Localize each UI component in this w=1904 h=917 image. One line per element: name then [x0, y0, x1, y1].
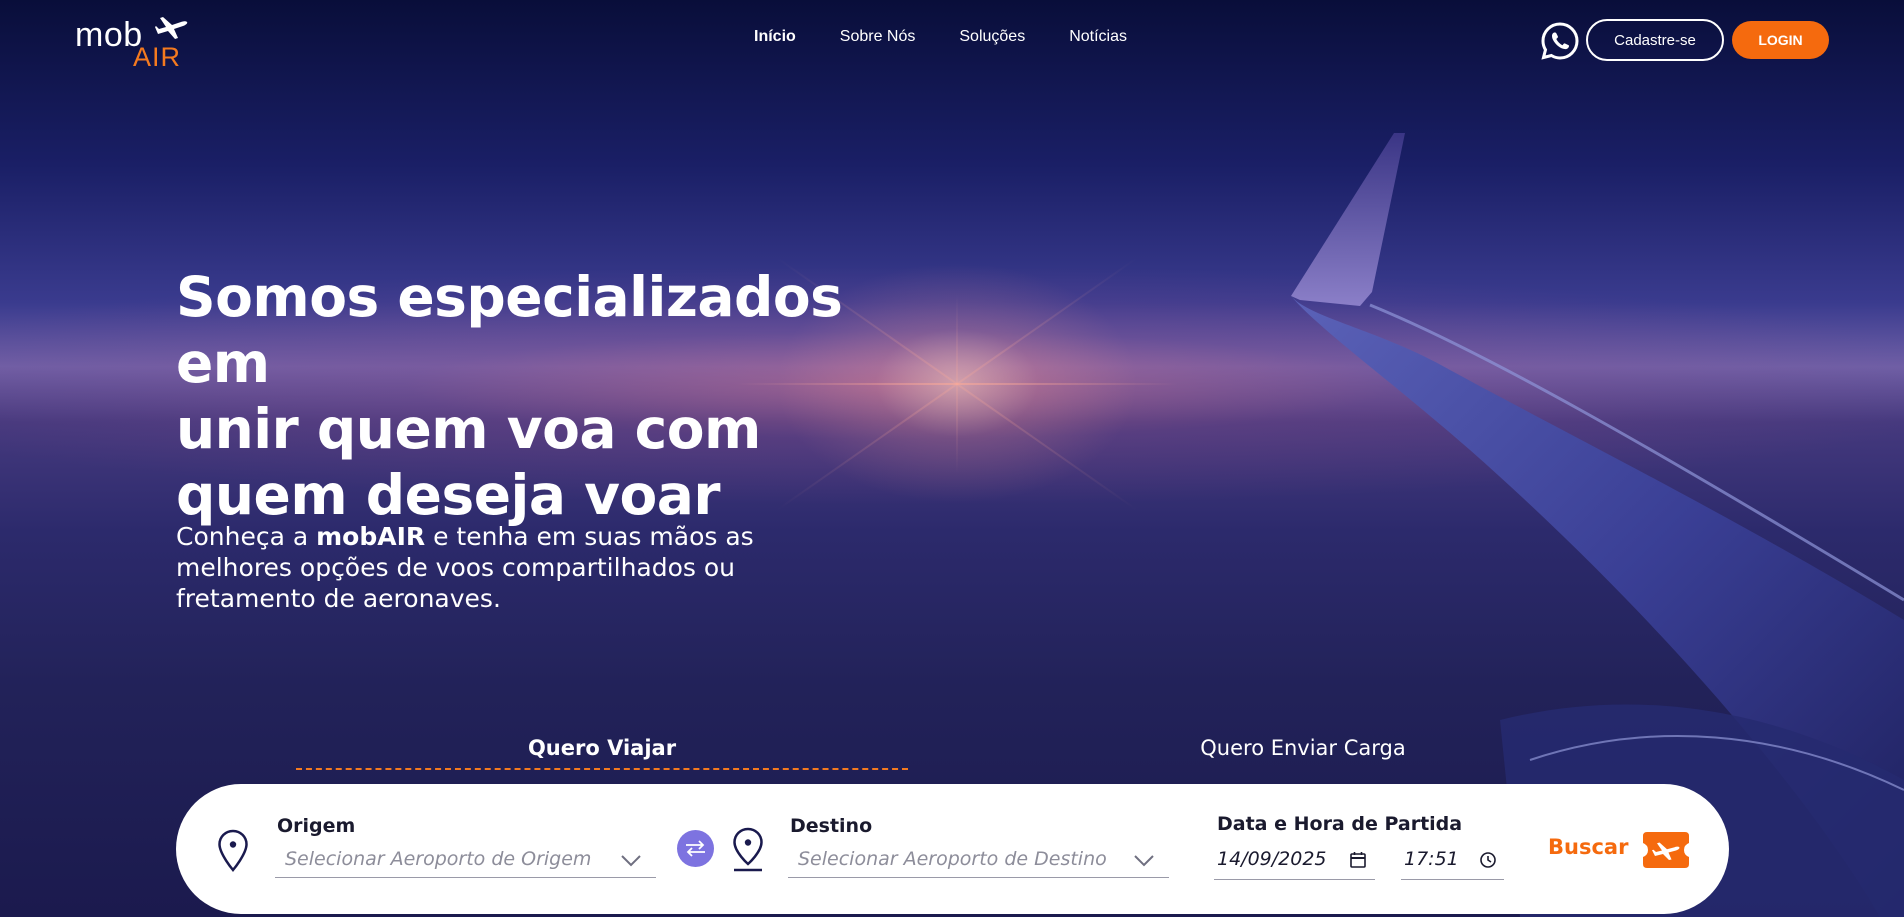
nav-item-sobre-nos[interactable]: Sobre Nós — [840, 28, 916, 46]
clock-icon[interactable] — [1479, 851, 1497, 869]
mobair-logo[interactable]: mob AIR — [75, 12, 195, 72]
hero-subtext: Conheça a mobAIR e tenha em suas mãos as… — [176, 521, 816, 614]
headline-bold1: unir quem voa — [176, 397, 616, 461]
calendar-icon[interactable] — [1349, 851, 1367, 869]
origin-placeholder: Selecionar Aeroporto de Origem — [285, 848, 592, 870]
nav-item-noticias[interactable]: Notícias — [1069, 28, 1127, 46]
destination-location-pin-icon — [733, 827, 763, 872]
origin-select[interactable]: Selecionar Aeroporto de Origem — [275, 842, 656, 878]
chevron-down-icon — [1134, 855, 1154, 867]
airplane-icon — [155, 17, 188, 39]
subtext-brand: mobAIR — [316, 522, 426, 551]
chevron-down-icon — [621, 855, 641, 867]
search-button[interactable]: Buscar — [1548, 831, 1693, 869]
datetime-label: Data e Hora de Partida — [1217, 813, 1463, 835]
swap-airports-button[interactable] — [677, 830, 714, 867]
departure-date-input[interactable]: 14/09/2025 — [1214, 840, 1375, 880]
plane-ticket-icon — [1643, 832, 1689, 868]
time-value: 17:51 — [1404, 848, 1459, 870]
departure-time-input[interactable]: 17:51 — [1401, 840, 1504, 880]
headline-mid: com — [615, 397, 762, 461]
main-nav: Início Sobre Nós Soluções Notícias — [754, 28, 1171, 46]
sun-flare — [737, 256, 1177, 512]
date-value: 14/09/2025 — [1217, 848, 1327, 870]
destination-label: Destino — [790, 815, 873, 837]
signup-button[interactable]: Cadastre-se — [1586, 19, 1724, 61]
destination-placeholder: Selecionar Aeroporto de Destino — [798, 848, 1107, 870]
login-button[interactable]: LOGIN — [1732, 21, 1829, 59]
subtext-prefix: Conheça a — [176, 522, 317, 551]
swap-arrows-icon — [686, 840, 705, 857]
search-button-label: Buscar — [1548, 835, 1629, 859]
origin-location-pin-icon — [218, 829, 248, 872]
nav-item-solucoes[interactable]: Soluções — [959, 28, 1025, 46]
whatsapp-icon[interactable] — [1540, 21, 1580, 61]
logo-text-air: AIR — [133, 42, 182, 72]
nav-item-inicio[interactable]: Início — [754, 28, 796, 46]
origin-label: Origem — [277, 815, 356, 837]
tab-quero-enviar-carga[interactable]: Quero Enviar Carga — [1100, 736, 1506, 760]
headline-bold2: quem deseja voar — [176, 463, 721, 527]
tab-quero-viajar[interactable]: Quero Viajar — [296, 736, 908, 760]
active-tab-indicator — [296, 768, 908, 770]
destination-select[interactable]: Selecionar Aeroporto de Destino — [788, 842, 1169, 878]
headline-line1: Somos especializados em — [176, 265, 843, 395]
hero-headline: Somos especializados em unir quem voa co… — [176, 264, 936, 528]
